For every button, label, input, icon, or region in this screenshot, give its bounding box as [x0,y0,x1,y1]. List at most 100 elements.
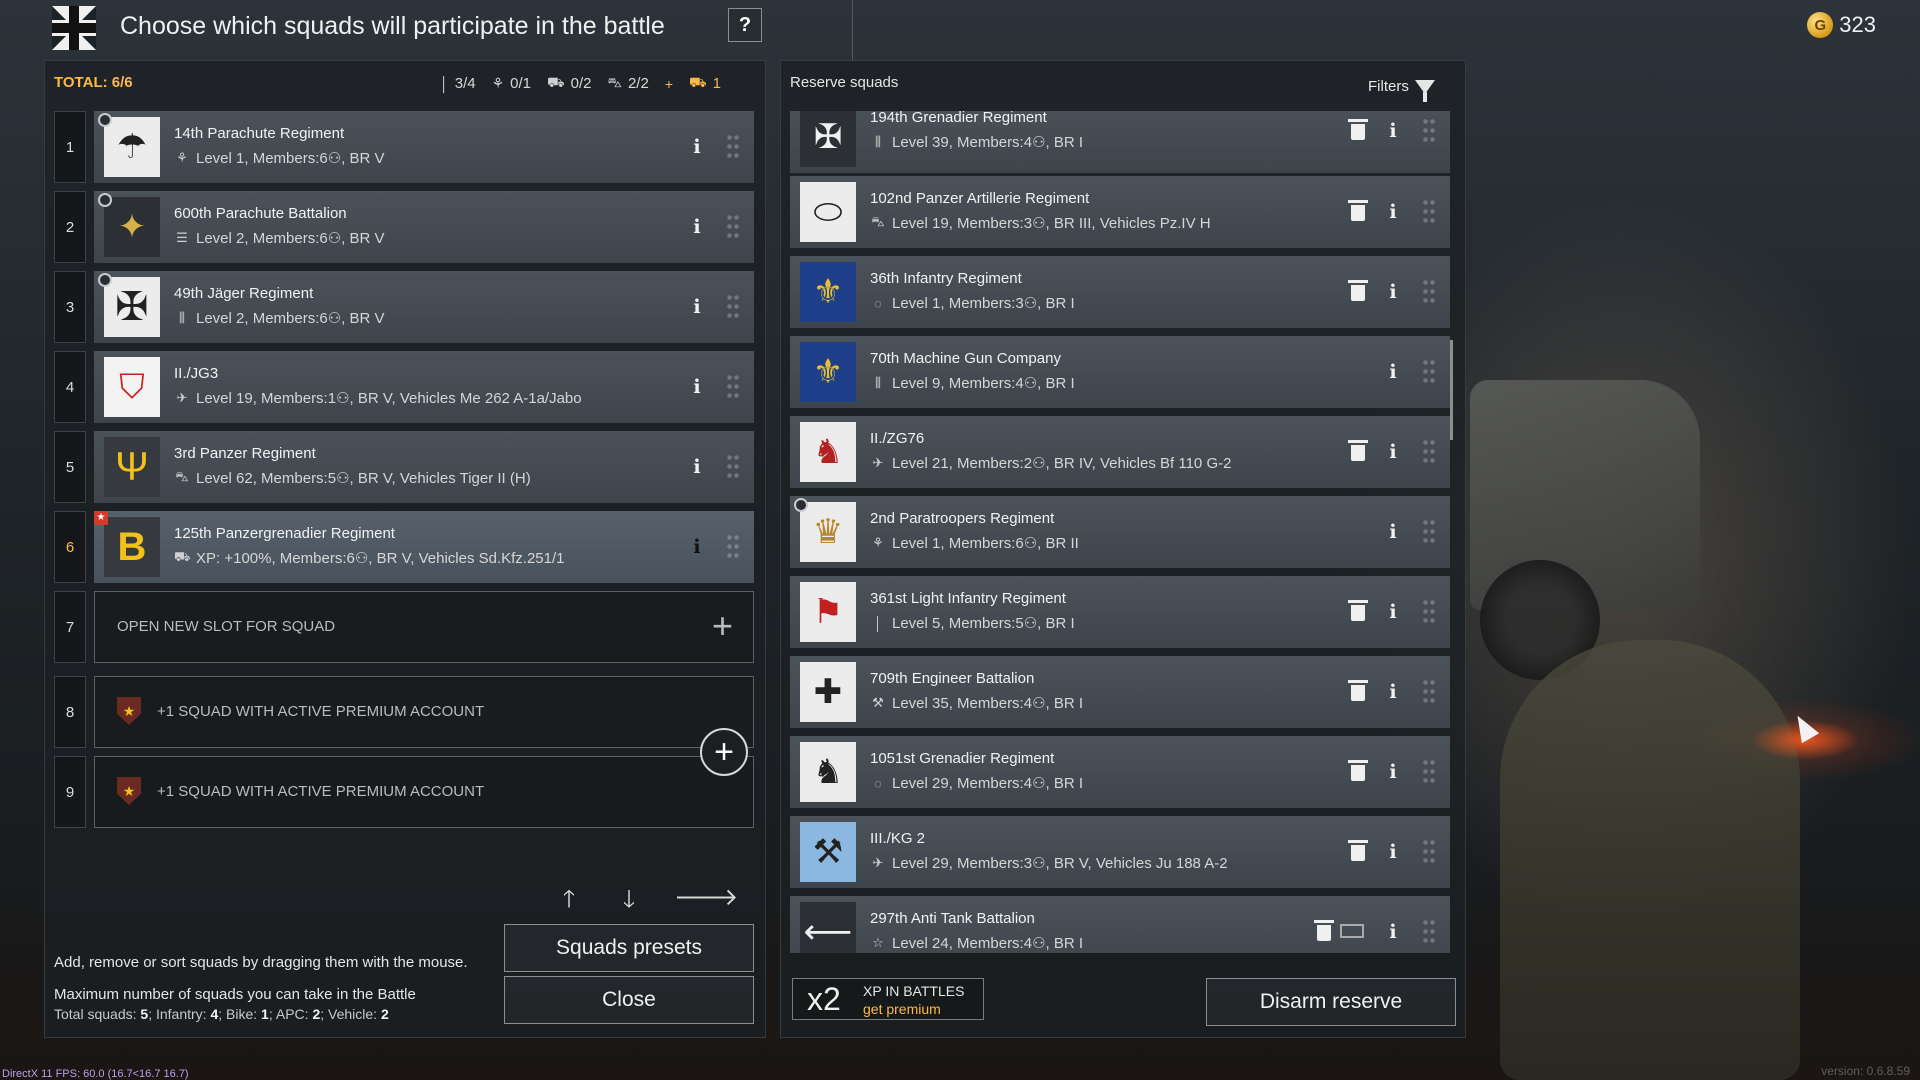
gold-balance: G 323 [1807,12,1876,38]
trash-icon[interactable] [1348,440,1368,462]
squad-card[interactable]: Ψ 3rd Panzer Regiment ⛍ Level 62, Members… [94,431,754,503]
tank-icon: ⛍ [175,469,189,484]
reserve-squad-card[interactable]: ⚜ 70th Machine Gun Company ⫼ Level 9, Mem… [790,336,1450,408]
trash-icon[interactable] [1348,119,1368,141]
info-icon[interactable]: i [690,135,704,159]
info-icon[interactable]: i [1386,520,1400,544]
trash-icon[interactable] [1348,600,1368,622]
squad-info: ✈ Level 21, Members:2⚇, BR IV, Vehicles B… [870,454,1232,472]
drag-handle-icon[interactable] [1422,918,1436,946]
squad-stats: Level 24, Members:4⚇, BR I [892,935,1084,952]
drag-handle-icon[interactable] [1422,358,1436,386]
info-icon[interactable]: i [690,455,704,479]
info-icon[interactable]: i [1386,760,1400,784]
info-icon[interactable]: i [1386,600,1400,624]
trash-icon[interactable] [1348,840,1368,862]
reserve-squad-card[interactable]: ✚ 709th Engineer Battalion ⚒ Level 35, Me… [790,656,1450,728]
info-icon[interactable]: i [690,215,704,239]
drag-handle-icon[interactable] [1422,678,1436,706]
filters-label: Filters [1368,78,1409,95]
reserve-squad-card[interactable]: ⚜ 36th Infantry Regiment ◌ Level 1, Membe… [790,256,1450,328]
disarm-reserve-button[interactable]: Disarm reserve [1206,978,1456,1026]
info-icon[interactable]: i [1386,280,1400,304]
squad-name: 3rd Panzer Regiment [174,445,316,462]
squad-info: ⚘ Level 1, Members:6⚇, BR II [870,534,1079,552]
squad-name: 1051st Grenadier Regiment [870,750,1055,767]
slot-icon[interactable] [1340,924,1364,938]
premium-slot[interactable]: ★ +1 SQUAD WITH ACTIVE PREMIUM ACCOUNT [94,756,754,828]
info-icon[interactable]: i [1386,200,1400,224]
info-icon[interactable]: i [690,295,704,319]
add-premium-slot-button[interactable]: + [700,728,748,776]
trash-icon[interactable] [1348,280,1368,302]
filters-button[interactable]: Filters [1368,78,1435,102]
squad-card[interactable]: B ★ 125th Panzergrenadier Regiment ⛟ XP: … [94,511,754,583]
squad-card[interactable]: ⛉ II./JG3 ✈ Level 19, Members:1⚇, BR V, V… [94,351,754,423]
total-squads-label: TOTAL: 6/6 [54,74,133,91]
drag-handle-icon[interactable] [726,213,740,241]
reserve-scrollbar[interactable] [1450,340,1453,440]
drag-handle-icon[interactable] [726,133,740,161]
vehicle-icon: ⛟ [547,74,565,90]
arrow-right-icon[interactable]: 🡒 [674,882,738,912]
squad-stats: Level 5, Members:5⚇, BR I [892,615,1075,632]
squad-card[interactable]: ✦ 600th Parachute Battalion ☰ Level 2, Me… [94,191,754,263]
reserve-squad-card[interactable]: ♛ 2nd Paratroopers Regiment ⚘ Level 1, Me… [790,496,1450,568]
trash-icon[interactable] [1348,200,1368,222]
reserve-squad-card[interactable]: ♞ II./ZG76 ✈ Level 21, Members:2⚇, BR IV,… [790,416,1450,488]
info-icon[interactable]: i [1386,119,1400,143]
reserve-squad-card[interactable]: ⚑ 361st Light Infantry Regiment │ Level 5… [790,576,1450,648]
slot-number: 4 [54,351,86,423]
trash-icon[interactable] [1348,760,1368,782]
xp-premium-badge[interactable]: x2 XP IN BATTLES get premium [792,978,984,1020]
drag-handle-icon[interactable] [726,533,740,561]
info-icon[interactable]: i [1386,440,1400,464]
squad-card[interactable]: ✠ 49th Jäger Regiment ⫼ Level 2, Members:… [94,271,754,343]
squad-info: ◌ Level 29, Members:4⚇, BR I [870,774,1083,792]
version-label: version: 0.6.8.59 [1821,1064,1910,1078]
info-icon[interactable]: i [1386,840,1400,864]
info-icon[interactable]: i [690,535,704,559]
drag-handle-icon[interactable] [1422,598,1436,626]
reserve-squad-card[interactable]: ⚒ III./KG 2 ✈ Level 29, Members:3⚇, BR V,… [790,816,1450,888]
drag-handle-icon[interactable] [726,293,740,321]
drag-handle-icon[interactable] [1422,278,1436,306]
trash-icon[interactable] [1314,920,1334,942]
open-new-slot-button[interactable]: OPEN NEW SLOT FOR SQUAD + [94,591,754,663]
reserve-list[interactable]: ✠ 194th Grenadier Regiment ⫼ Level 39, Me… [790,111,1450,953]
close-button[interactable]: Close [504,976,754,1024]
drag-handle-icon[interactable] [1422,117,1436,145]
drag-handle-icon[interactable] [1422,438,1436,466]
reserve-squad-card[interactable]: ⬭ 102nd Panzer Artillerie Regiment ⛍ Leve… [790,176,1450,248]
drag-handle-icon[interactable] [1422,198,1436,226]
drag-handle-icon[interactable] [1422,838,1436,866]
info-icon[interactable]: i [690,375,704,399]
arrow-down-icon[interactable]: 🡓 [614,882,644,923]
info-icon[interactable]: i [1386,360,1400,384]
gear-icon: ◌ [874,775,882,791]
get-premium-link[interactable]: get premium [863,1001,941,1017]
squad-name: II./JG3 [174,365,219,382]
drag-handle-icon[interactable] [1422,758,1436,786]
squad-name: II./ZG76 [870,430,925,447]
squad-card[interactable]: ☂ 14th Parachute Regiment ⚘ Level 1, Memb… [94,111,754,183]
drag-handle-icon[interactable] [726,453,740,481]
plus-icon[interactable]: + [712,608,733,644]
slot-number: 2 [54,191,86,263]
help-button[interactable]: ? [728,8,762,42]
info-icon[interactable]: i [1386,680,1400,704]
reserve-squad-card[interactable]: ⟵ 297th Anti Tank Battalion ☆ Level 24, M… [790,896,1450,953]
counter-value: 0/2 [570,75,592,92]
drag-handle-icon[interactable] [1422,518,1436,546]
trash-icon[interactable] [1348,680,1368,702]
squad-info: ⚒ Level 35, Members:4⚇, BR I [870,694,1083,712]
reserve-squad-card[interactable]: ✠ 194th Grenadier Regiment ⫼ Level 39, Me… [790,111,1450,173]
vehicle-value: 2 [380,1006,389,1022]
reserve-squad-card[interactable]: ♞ 1051st Grenadier Regiment ◌ Level 29, M… [790,736,1450,808]
squads-presets-button[interactable]: Squads presets [504,924,754,972]
info-icon[interactable]: i [1386,920,1400,944]
drag-handle-icon[interactable] [726,373,740,401]
arrow-up-icon[interactable]: 🡑 [554,882,584,923]
premium-slot[interactable]: ★ +1 SQUAD WITH ACTIVE PREMIUM ACCOUNT [94,676,754,748]
medal-icon [98,113,112,127]
